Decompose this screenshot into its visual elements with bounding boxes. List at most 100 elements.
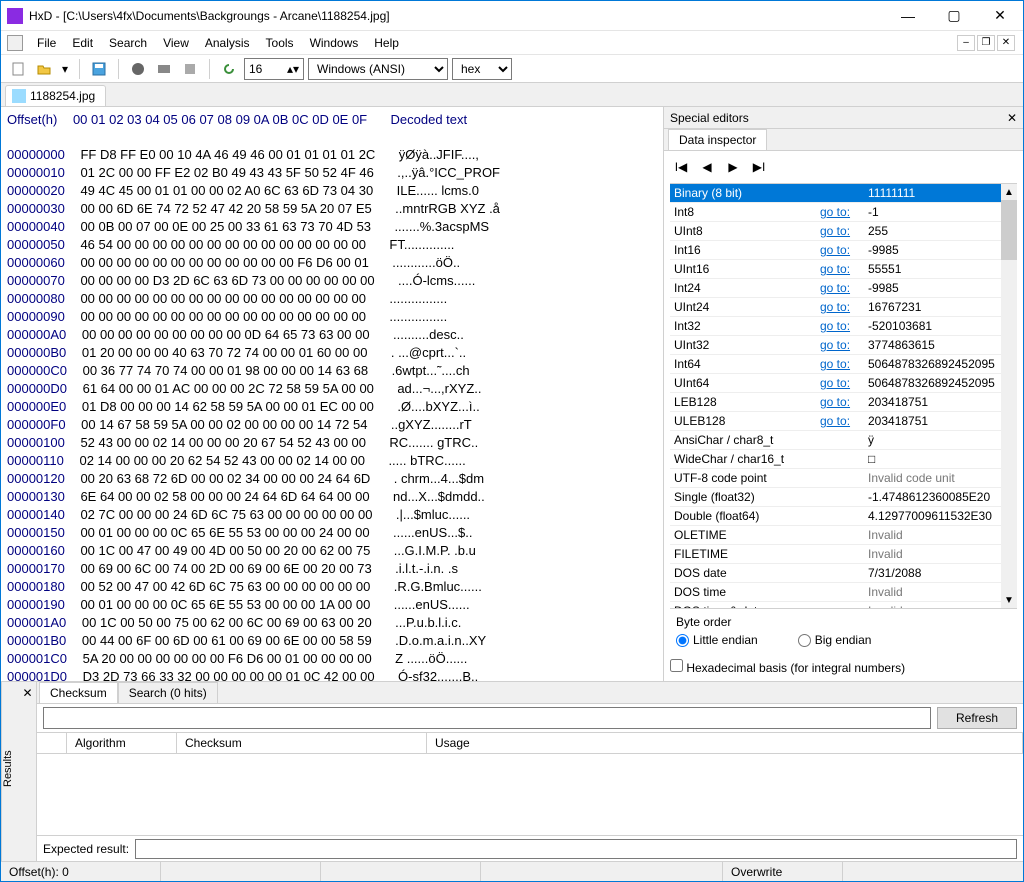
inspector-row[interactable]: Int8go to:-1 <box>670 203 1017 222</box>
status-cell-6 <box>843 862 1023 881</box>
goto-link[interactable]: go to: <box>820 281 864 295</box>
inspector-row[interactable]: UInt8go to:255 <box>670 222 1017 241</box>
menu-tools[interactable]: Tools <box>258 34 302 52</box>
menu-file[interactable]: File <box>29 34 64 52</box>
inspector-row[interactable]: Double (float64)4.12977009611532E30 <box>670 507 1017 526</box>
inspector-row[interactable]: DOS timeInvalid <box>670 583 1017 602</box>
open-dropdown[interactable]: ▾ <box>59 58 71 80</box>
menu-edit[interactable]: Edit <box>64 34 101 52</box>
mdi-minimize[interactable]: – <box>957 35 975 51</box>
menu-view[interactable]: View <box>155 34 197 52</box>
byte-order-label: Byte order <box>676 615 1011 629</box>
bytes-per-row-spinner[interactable]: 16▴▾ <box>244 58 304 80</box>
mdi-restore[interactable]: ❐ <box>977 35 995 51</box>
app-icon <box>7 8 23 24</box>
status-cell-3 <box>321 862 481 881</box>
goto-link[interactable]: go to: <box>820 319 864 333</box>
menu-help[interactable]: Help <box>366 34 407 52</box>
results-sidebar-label[interactable]: Results <box>1 682 19 861</box>
status-cell-4 <box>481 862 723 881</box>
minimize-button[interactable]: — <box>885 1 931 31</box>
status-cell-2 <box>161 862 321 881</box>
goto-link[interactable]: go to: <box>820 243 864 257</box>
new-button[interactable] <box>7 58 29 80</box>
goto-link[interactable]: go to: <box>820 300 864 314</box>
menu-search[interactable]: Search <box>101 34 155 52</box>
inspector-row[interactable]: WideChar / char16_t□ <box>670 450 1017 469</box>
inspector-row[interactable]: ULEB128go to:203418751 <box>670 412 1017 431</box>
goto-link[interactable]: go to: <box>820 224 864 238</box>
special-close-button[interactable]: ✕ <box>1007 111 1017 125</box>
inspector-row[interactable]: Int16go to:-9985 <box>670 241 1017 260</box>
nav-first-button[interactable]: I◀ <box>670 157 692 177</box>
data-inspector-tab[interactable]: Data inspector <box>668 129 767 150</box>
checksum-algo-combo[interactable] <box>43 707 931 729</box>
inspector-row[interactable]: LEB128go to:203418751 <box>670 393 1017 412</box>
inspector-row[interactable]: UTF-8 code pointInvalid code unit <box>670 469 1017 488</box>
inspector-row[interactable]: Int32go to:-520103681 <box>670 317 1017 336</box>
nav-last-button[interactable]: ▶I <box>748 157 770 177</box>
numeral-select[interactable]: hex <box>452 58 512 80</box>
scrollbar-thumb[interactable] <box>1001 200 1017 260</box>
open-button[interactable] <box>33 58 55 80</box>
bottom-panel-close[interactable]: ✕ <box>19 682 37 861</box>
inspector-row[interactable]: FILETIMEInvalid <box>670 545 1017 564</box>
col-spacer <box>37 733 67 753</box>
search-results-tab[interactable]: Search (0 hits) <box>118 682 218 703</box>
goto-link[interactable]: go to: <box>820 414 864 428</box>
window-title: HxD - [C:\Users\4fx\Documents\Backgroung… <box>29 9 885 23</box>
data-inspector-grid[interactable]: Binary (8 bit)11111111Int8go to:-1UInt8g… <box>670 183 1017 608</box>
nav-next-button[interactable]: ▶ <box>722 157 744 177</box>
big-endian-radio[interactable]: Big endian <box>798 633 872 647</box>
menu-windows[interactable]: Windows <box>302 34 367 52</box>
file-tab[interactable]: 1188254.jpg <box>5 85 106 106</box>
hex-basis-checkbox[interactable]: Hexadecimal basis (for integral numbers) <box>670 661 905 675</box>
hex-editor[interactable]: Offset(h) 00 01 02 03 04 05 06 07 08 09 … <box>1 107 663 681</box>
inspector-row[interactable]: Binary (8 bit)11111111 <box>670 184 1017 203</box>
inspector-row[interactable]: UInt24go to:16767231 <box>670 298 1017 317</box>
charset-select[interactable]: Windows (ANSI) <box>308 58 448 80</box>
status-overwrite: Overwrite <box>723 862 843 881</box>
inspector-row[interactable]: UInt16go to:55551 <box>670 260 1017 279</box>
close-button[interactable]: ✕ <box>977 1 1023 31</box>
mdi-close[interactable]: ✕ <box>997 35 1015 51</box>
refresh-button[interactable]: Refresh <box>937 707 1017 729</box>
scroll-down-icon[interactable]: ▼ <box>1001 592 1017 608</box>
save-button[interactable] <box>88 58 110 80</box>
col-algorithm[interactable]: Algorithm <box>67 733 177 753</box>
little-endian-radio[interactable]: Little endian <box>676 633 758 647</box>
document-icon <box>7 35 23 51</box>
expected-result-input[interactable] <box>135 839 1017 859</box>
ram-button[interactable] <box>153 58 175 80</box>
checksum-tab[interactable]: Checksum <box>39 682 118 703</box>
menu-analysis[interactable]: Analysis <box>197 34 258 52</box>
inspector-row[interactable]: Int64go to:5064878326892452095 <box>670 355 1017 374</box>
inspector-row[interactable]: DOS date7/31/2088 <box>670 564 1017 583</box>
refresh-button[interactable] <box>218 58 240 80</box>
goto-link[interactable]: go to: <box>820 262 864 276</box>
goto-link[interactable]: go to: <box>820 376 864 390</box>
goto-link[interactable]: go to: <box>820 205 864 219</box>
goto-link[interactable]: go to: <box>820 338 864 352</box>
inspector-row[interactable]: UInt64go to:5064878326892452095 <box>670 374 1017 393</box>
disk-button[interactable] <box>127 58 149 80</box>
inspector-row[interactable]: Int24go to:-9985 <box>670 279 1017 298</box>
goto-link[interactable]: go to: <box>820 357 864 371</box>
process-button[interactable] <box>179 58 201 80</box>
inspector-row[interactable]: OLETIMEInvalid <box>670 526 1017 545</box>
inspector-row[interactable]: UInt32go to:3774863615 <box>670 336 1017 355</box>
col-checksum[interactable]: Checksum <box>177 733 427 753</box>
expected-result-label: Expected result: <box>43 842 129 856</box>
col-usage[interactable]: Usage <box>427 733 1023 753</box>
special-editors-title: Special editors <box>670 111 749 125</box>
inspector-row[interactable]: AnsiChar / char8_tÿ <box>670 431 1017 450</box>
inspector-row[interactable]: Single (float32)-1.4748612360085E20 <box>670 488 1017 507</box>
goto-link[interactable]: go to: <box>820 395 864 409</box>
checksum-list <box>37 754 1023 835</box>
inspector-row[interactable]: DOS time & dateInvalid <box>670 602 1017 608</box>
scroll-up-icon[interactable]: ▲ <box>1001 184 1017 200</box>
status-offset: Offset(h): 0 <box>1 862 161 881</box>
maximize-button[interactable]: ▢ <box>931 1 977 31</box>
nav-prev-button[interactable]: ◀ <box>696 157 718 177</box>
file-icon <box>12 89 26 103</box>
